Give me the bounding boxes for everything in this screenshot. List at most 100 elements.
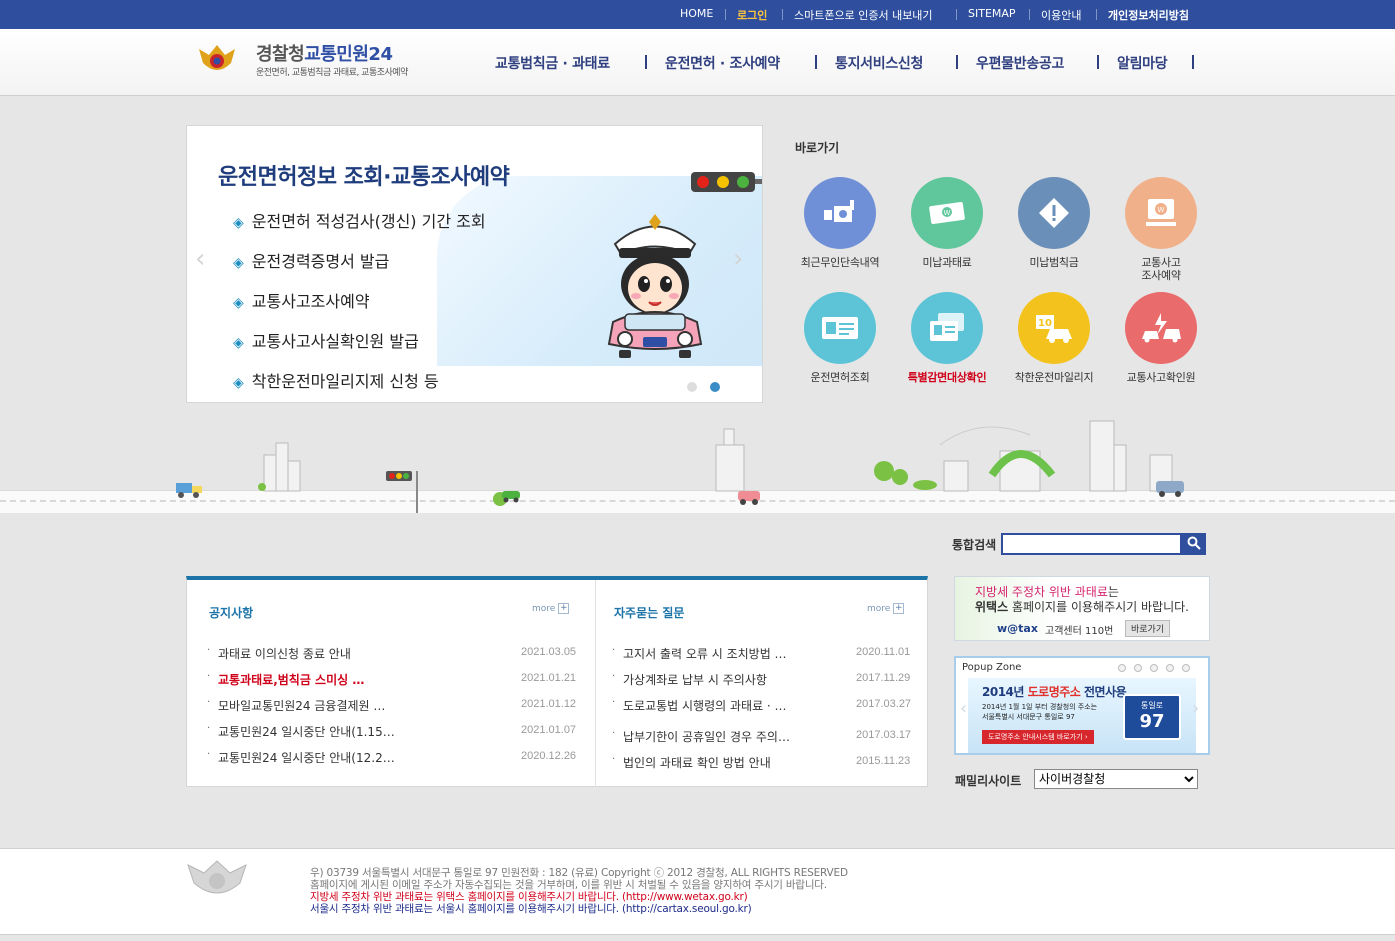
nav-divider <box>645 55 647 69</box>
privacy-link[interactable]: 개인정보처리방침 <box>1108 7 1189 23</box>
faq-row[interactable]: · 가상계좌로 납부 시 주의사항 2017.11.29 <box>612 671 914 687</box>
popup-dot-2[interactable] <box>1134 664 1142 672</box>
quick-link-special-reduction[interactable]: 특별감면대상확인 <box>892 292 1002 384</box>
notice-row-title[interactable]: 과태료 이의신청 종료 안내 <box>218 645 351 662</box>
popup-zone-title: Popup Zone <box>962 662 1022 673</box>
search-label: 통합검색 <box>952 538 997 552</box>
family-site-select[interactable]: 사이버경찰청 <box>1034 769 1198 789</box>
slide-item-label: 착한운전마일리지제 신청 등 <box>251 372 439 391</box>
popup-dot-5[interactable] <box>1182 664 1190 672</box>
notice-row-title[interactable]: 교통민원24 일시중단 안내(1.15… <box>218 723 395 740</box>
faq-row-title[interactable]: 가상계좌로 납부 시 주의사항 <box>623 671 767 688</box>
faq-row-date: 2020.11.01 <box>856 646 911 658</box>
nav-notice[interactable]: 알림마당 <box>1117 53 1168 73</box>
notice-title[interactable]: 공지사항 <box>209 604 253 621</box>
sitemap-link[interactable]: SITEMAP <box>968 7 1016 20</box>
slide-item[interactable]: ◈ 착한운전마일리지제 신청 등 <box>233 368 439 392</box>
slider-prev-button[interactable]: ‹ <box>195 244 205 274</box>
faq-row[interactable]: · 고지서 출력 오류 시 조치방법 … 2020.11.01 <box>612 645 914 661</box>
diamond-bullet-icon: ◈ <box>233 295 244 311</box>
notice-row[interactable]: · 과태료 이의신청 종료 안내 2021.03.05 <box>207 645 579 661</box>
faq-row-title[interactable]: 법인의 과태료 확인 방법 안내 <box>623 754 771 771</box>
wetax-text: 홈페이지를 이용해주시기 바랍니다. <box>1008 600 1189 614</box>
bullet-icon: · <box>612 671 616 682</box>
family-site-label: 패밀리사이트 <box>955 774 1022 788</box>
quick-link-unpaid-fine[interactable]: W 미납과태료 <box>892 177 1002 269</box>
popup-headline: 2014년 도로명주소 전면사용 <box>982 683 1127 700</box>
guide-link[interactable]: 이용안내 <box>1041 7 1081 23</box>
footer-seoul-notice[interactable]: 서울시 주정차 위반 과태료는 서울시 홈페이지를 이용해주시기 바랍니다. (… <box>310 901 752 916</box>
nav-notification[interactable]: 통지서비스신청 <box>835 53 923 73</box>
smartphone-cert-link[interactable]: 스마트폰으로 인증서 내보내기 <box>794 7 933 23</box>
faq-row-title[interactable]: 고지서 출력 오류 시 조치방법 … <box>623 645 787 662</box>
popup-prev-button[interactable]: ‹ <box>960 698 967 719</box>
notice-row[interactable]: · 교통민원24 일시중단 안내(12.2… 2020.12.26 <box>207 749 579 765</box>
slide-item[interactable]: ◈ 운전경력증명서 발급 <box>233 248 389 272</box>
popup-dot-4[interactable] <box>1166 664 1174 672</box>
notice-row[interactable]: · 모바일교통민원24 금융결제원 … 2021.01.12 <box>207 697 579 713</box>
faq-row[interactable]: · 도로교통법 시행령의 과태료 · … 2017.03.27 <box>612 697 914 713</box>
police-emblem-icon[interactable] <box>197 41 237 77</box>
search-icon <box>1187 536 1201 550</box>
slide-title: 운전면허정보 조회·교통조사예약 <box>218 165 510 190</box>
faq-more-button[interactable]: more + <box>867 603 905 614</box>
quick-link-safe-driving-mileage[interactable]: 10 착한운전마일리지 <box>999 292 1109 384</box>
login-link[interactable]: 로그인 <box>737 7 767 23</box>
nav-fines[interactable]: 교통범칙금 · 과태료 <box>495 53 610 73</box>
notice-row[interactable]: · 교통민원24 일시중단 안내(1.15… 2021.01.07 <box>207 723 579 739</box>
popup-dot-3[interactable] <box>1150 664 1158 672</box>
bullet-icon: · <box>612 728 616 739</box>
faq-row-title[interactable]: 납부기한이 공휴일인 경우 주의… <box>623 728 790 745</box>
slide-item[interactable]: ◈ 교통사고사실확인원 발급 <box>233 328 419 352</box>
notice-row-title[interactable]: 교통민원24 일시중단 안내(12.2… <box>218 749 395 766</box>
popup-dot-1[interactable] <box>1118 664 1126 672</box>
faq-title[interactable]: 자주묻는 질문 <box>614 604 684 621</box>
wetax-banner[interactable]: 지방세 주정차 위반 과태료는 위택스 홈페이지를 이용해주시기 바랍니다. w… <box>954 576 1210 641</box>
notice-row[interactable]: · 교통과태료,범칙금 스미싱 … 2021.01.21 <box>207 671 579 687</box>
nav-returned-mail[interactable]: 우편물반송공고 <box>976 53 1064 73</box>
notice-row-title[interactable]: 모바일교통민원24 금융결제원 … <box>218 697 385 714</box>
top-utility-bar: HOME 로그인 스마트폰으로 인증서 내보내기 SITEMAP 이용안내 개인… <box>0 0 1395 29</box>
divider <box>956 9 957 20</box>
slider-background <box>437 176 762 366</box>
search-button[interactable] <box>1181 533 1206 555</box>
wetax-logo: w@tax <box>997 622 1038 635</box>
quick-link-license-lookup[interactable]: 운전면허조회 <box>785 292 895 384</box>
slider-next-button[interactable]: › <box>733 244 743 274</box>
faq-row-title[interactable]: 도로교통법 시행령의 과태료 · … <box>623 697 787 714</box>
bullet-icon: · <box>207 723 211 734</box>
documents-icon <box>911 292 983 364</box>
quick-link-unpaid-penalty[interactable]: 미납범칙금 <box>999 177 1109 269</box>
notice-row-title[interactable]: 교통과태료,범칙금 스미싱 … <box>218 671 364 688</box>
bullet-icon: · <box>207 697 211 708</box>
notice-more-button[interactable]: more + <box>532 603 570 614</box>
bullet-icon: · <box>612 754 616 765</box>
quick-link-recent-camera[interactable]: 최근무인단속내역 <box>785 177 895 269</box>
slide-item[interactable]: ◈ 운전면허 적성검사(갱신) 기간 조회 <box>233 208 486 232</box>
plus-icon: + <box>893 603 905 614</box>
quick-link-accident-reservation[interactable]: W 교통사고 조사예약 <box>1106 177 1216 282</box>
road-sign-number: 97 <box>1139 711 1165 732</box>
popup-next-button[interactable]: › <box>1192 698 1199 719</box>
quick-link-accident-certificate[interactable]: 교통사고확인원 <box>1106 292 1216 384</box>
logo-title-service: 교통민원24 <box>304 44 393 65</box>
diamond-bullet-icon: ◈ <box>233 375 244 391</box>
road-address-banner[interactable]: 2014년 도로명주소 전면사용 2014년 1월 1일 부터 경찰청의 주소는… <box>968 678 1196 753</box>
search-input[interactable] <box>1001 533 1182 555</box>
wetax-go-button[interactable]: 바로가기 <box>1125 620 1171 637</box>
slide-item-label: 운전면허 적성검사(갱신) 기간 조회 <box>251 212 486 231</box>
faq-row[interactable]: · 법인의 과태료 확인 방법 안내 2015.11.23 <box>612 754 914 770</box>
logo-title[interactable]: 경찰청교통민원24 <box>256 40 393 66</box>
notice-row-date: 2021.03.05 <box>521 646 577 658</box>
nav-license[interactable]: 운전면허 · 조사예약 <box>665 53 780 73</box>
slider-dot-2[interactable] <box>710 382 720 392</box>
slider-dot-1[interactable] <box>687 382 697 392</box>
slide-item[interactable]: ◈ 교통사고조사예약 <box>233 288 370 312</box>
faq-row[interactable]: · 납부기한이 공휴일인 경우 주의… 2017.03.17 <box>612 728 914 744</box>
road-address-system-button[interactable]: 도로명주소 안내시스템 바로가기 › <box>982 730 1094 744</box>
bullet-icon: · <box>207 749 211 760</box>
divider <box>782 9 783 20</box>
site-footer: 우) 03739 서울특별시 서대문구 통일로 97 민원전화 : 182 (유… <box>0 848 1395 935</box>
main-visual-slider: 운전면허정보 조회·교통조사예약 ◈ 운전면허 적성검사(갱신) 기간 조회 ◈ 운… <box>186 125 763 403</box>
home-link[interactable]: HOME <box>680 7 713 20</box>
